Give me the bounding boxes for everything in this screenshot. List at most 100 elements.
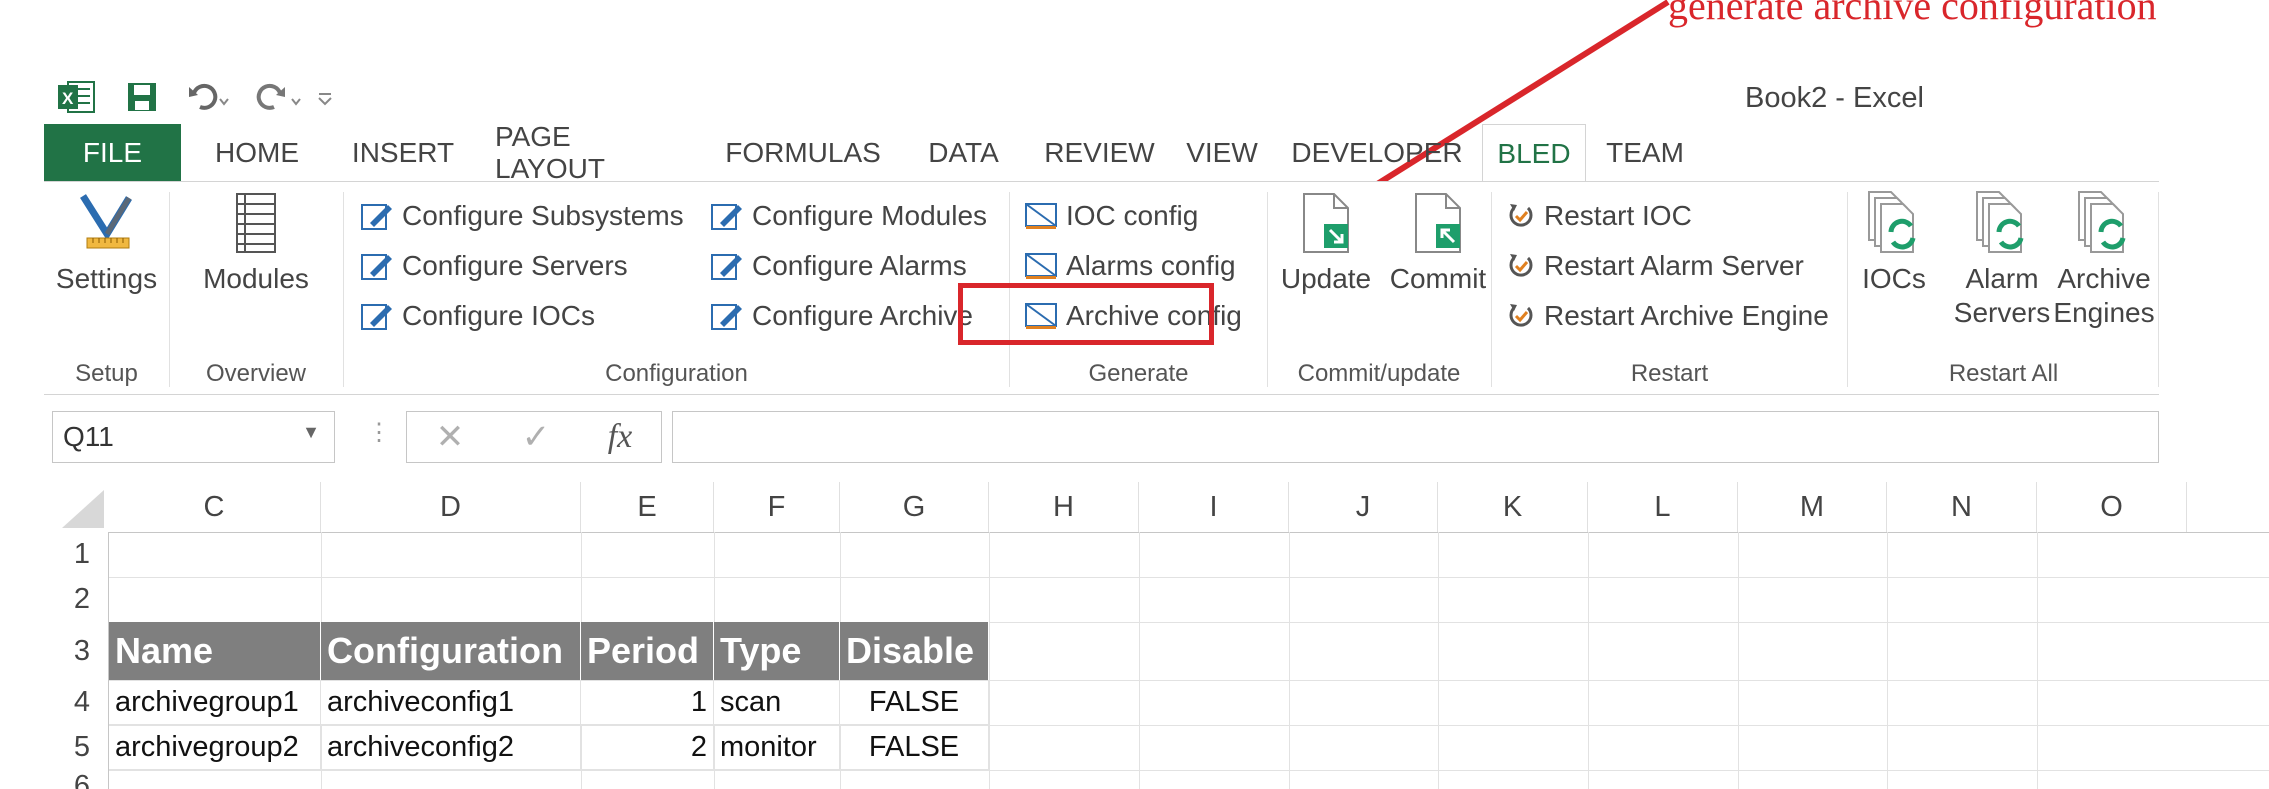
tab-insert[interactable]: INSERT xyxy=(333,124,473,182)
update-button[interactable]: Update xyxy=(1272,190,1380,296)
row-header[interactable]: 4 xyxy=(56,680,108,725)
tab-developer[interactable]: DEVELOPER xyxy=(1272,124,1482,182)
gridline xyxy=(1738,532,1739,789)
column-header[interactable]: C xyxy=(108,482,321,532)
column-header[interactable]: M xyxy=(1738,482,1887,532)
table-cell[interactable]: monitor xyxy=(714,725,840,770)
select-all-corner[interactable] xyxy=(62,490,104,528)
table-cell[interactable]: 1 xyxy=(581,680,714,725)
table-cell[interactable]: FALSE xyxy=(840,725,989,770)
tab-bled[interactable]: BLED xyxy=(1482,124,1586,182)
gridline xyxy=(1887,532,1888,789)
column-header[interactable]: H xyxy=(989,482,1139,532)
restart-all-alarm-servers-label: Alarm Servers xyxy=(1954,262,2050,330)
customize-qat-icon[interactable] xyxy=(316,87,334,112)
cancel-icon[interactable]: ✕ xyxy=(436,417,465,457)
column-header[interactable]: N xyxy=(1887,482,2037,532)
column-header[interactable]: L xyxy=(1588,482,1738,532)
restart-alarm-server-button[interactable]: Restart Alarm Server xyxy=(1506,244,1804,288)
ioc-config-button[interactable]: IOC config xyxy=(1024,194,1198,238)
column-header[interactable]: F xyxy=(714,482,840,532)
table-cell[interactable]: FALSE xyxy=(840,680,989,725)
enter-icon[interactable]: ✓ xyxy=(522,417,551,457)
restart-alarm-server-label: Restart Alarm Server xyxy=(1544,250,1804,281)
insert-function-icon[interactable]: fx xyxy=(608,418,633,456)
group-label-generate: Generate xyxy=(1088,360,1189,387)
restart-archive-engine-button[interactable]: Restart Archive Engine xyxy=(1506,294,1829,338)
table-header-cell[interactable]: Name xyxy=(109,622,321,680)
table-header-cell[interactable]: Type xyxy=(714,622,840,680)
modules-button[interactable]: Modules xyxy=(170,190,342,296)
configure-servers-button[interactable]: Configure Servers xyxy=(360,244,628,288)
save-icon[interactable] xyxy=(126,81,158,118)
configure-subsystems-button[interactable]: Configure Subsystems xyxy=(360,194,684,238)
tab-home[interactable]: HOME xyxy=(181,124,333,182)
group-configuration: Configure Subsystems Configure Servers C… xyxy=(344,182,1009,394)
column-header[interactable]: G xyxy=(840,482,989,532)
column-header[interactable]: E xyxy=(581,482,714,532)
excel-logo-icon: X xyxy=(56,79,96,120)
row-header[interactable]: 3 xyxy=(56,622,108,680)
gridline xyxy=(2037,532,2038,789)
undo-icon[interactable] xyxy=(188,81,232,118)
modules-icon xyxy=(236,193,276,253)
row-header[interactable]: 5 xyxy=(56,725,108,770)
row-header[interactable]: 6 xyxy=(56,770,108,789)
table-cell[interactable]: 2 xyxy=(581,725,714,770)
column-header[interactable]: J xyxy=(1289,482,1438,532)
column-header[interactable]: O xyxy=(2037,482,2187,532)
tab-review[interactable]: REVIEW xyxy=(1027,124,1172,182)
configure-iocs-label: Configure IOCs xyxy=(402,300,595,331)
configure-iocs-button[interactable]: Configure IOCs xyxy=(360,294,595,338)
chevron-down-icon[interactable]: ▼ xyxy=(302,422,320,443)
table-cell[interactable]: scan xyxy=(714,680,840,725)
configure-archive-button[interactable]: Configure Archive xyxy=(710,294,973,338)
settings-icon xyxy=(79,194,132,249)
group-label-overview: Overview xyxy=(205,360,307,387)
settings-label: Settings xyxy=(55,263,158,294)
table-header-cell[interactable]: Period xyxy=(581,622,714,680)
restart-all-archive-engines-button[interactable]: Archive Engines xyxy=(2052,190,2156,330)
gridline xyxy=(1588,532,1589,789)
column-header[interactable]: D xyxy=(321,482,581,532)
name-box[interactable]: Q11 ▼ xyxy=(52,411,335,463)
tab-file[interactable]: FILE xyxy=(44,124,181,182)
restart-all-icon xyxy=(1976,191,2024,253)
restart-ioc-button[interactable]: Restart IOC xyxy=(1506,194,1692,238)
table-header-cell[interactable]: Configuration xyxy=(321,622,581,680)
restart-ioc-label: Restart IOC xyxy=(1544,200,1692,231)
table-cell[interactable]: archivegroup1 xyxy=(109,680,321,725)
redo-icon[interactable] xyxy=(252,81,304,118)
group-label-restart: Restart xyxy=(1630,360,1709,387)
restart-all-icon xyxy=(1868,191,1916,253)
table-cell[interactable]: archiveconfig2 xyxy=(321,725,581,770)
column-header[interactable]: K xyxy=(1438,482,1588,532)
tab-data[interactable]: DATA xyxy=(900,124,1027,182)
formula-bar-grip[interactable]: ⋮ xyxy=(367,418,391,447)
gridline xyxy=(989,532,990,789)
row-header[interactable]: 2 xyxy=(56,577,108,622)
edit-document-icon xyxy=(361,204,392,230)
alarms-config-button[interactable]: Alarms config xyxy=(1024,244,1236,288)
table-header-cell[interactable]: Disable xyxy=(840,622,989,680)
group-restart: Restart IOC Restart Alarm Server Restart… xyxy=(1492,182,1847,394)
settings-button[interactable]: Settings xyxy=(50,190,163,296)
tab-view[interactable]: VIEW xyxy=(1172,124,1272,182)
configure-alarms-button[interactable]: Configure Alarms xyxy=(710,244,967,288)
formula-input[interactable] xyxy=(672,411,2159,463)
restart-all-iocs-button[interactable]: IOCs xyxy=(1854,190,1934,296)
tab-page-layout[interactable]: PAGE LAYOUT xyxy=(473,121,706,184)
edit-document-icon xyxy=(711,304,742,330)
row-header[interactable]: 1 xyxy=(56,532,108,577)
table-cell[interactable]: archivegroup2 xyxy=(109,725,321,770)
group-setup: Settings Setup xyxy=(44,182,169,394)
table-cell[interactable]: archiveconfig1 xyxy=(321,680,581,725)
column-header[interactable]: I xyxy=(1139,482,1289,532)
configure-modules-button[interactable]: Configure Modules xyxy=(710,194,987,238)
gridline xyxy=(714,532,715,622)
tab-formulas[interactable]: FORMULAS xyxy=(706,124,900,182)
restart-all-alarm-servers-button[interactable]: Alarm Servers xyxy=(1952,190,2052,330)
tab-team[interactable]: TEAM xyxy=(1586,124,1704,182)
generate-config-icon xyxy=(1025,203,1057,229)
commit-button[interactable]: Commit xyxy=(1386,190,1490,296)
